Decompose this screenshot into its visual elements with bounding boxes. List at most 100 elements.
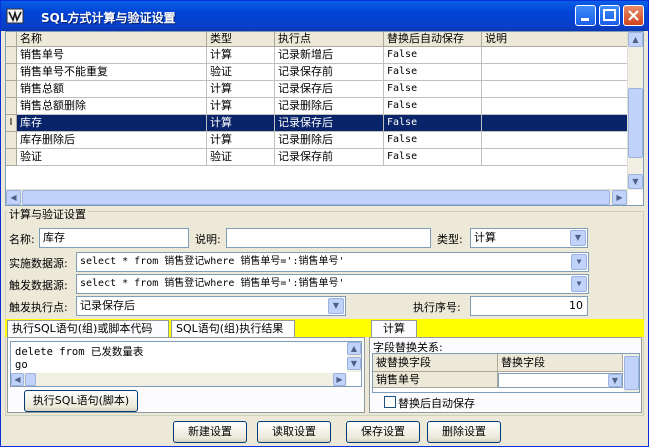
row-indicator[interactable] (6, 132, 17, 149)
grid-cell-name[interactable]: 验证 (17, 149, 207, 166)
row-indicator[interactable] (6, 98, 17, 115)
run-sql-button[interactable]: 执行SQL语句(脚本) (24, 390, 138, 412)
grid-cell-type[interactable]: 计算 (207, 81, 275, 98)
replace-row-select[interactable]: ▼ (498, 373, 623, 388)
table-row[interactable]: 库存删除后 计算 记录删除后 False (6, 132, 628, 149)
minimize-button[interactable] (575, 5, 596, 26)
chevron-down-icon[interactable]: ▼ (608, 374, 622, 387)
row-indicator[interactable]: I (6, 115, 17, 132)
grid-horizontal-scrollbar[interactable]: ◀ ▶ (6, 189, 628, 205)
scroll-right-icon[interactable]: ▶ (612, 190, 627, 205)
grid-cell-name[interactable]: 库存 (17, 115, 207, 132)
table-row[interactable]: 销售单号 计算 记录新增后 False (6, 47, 628, 64)
grid-cell-type[interactable]: 计算 (207, 98, 275, 115)
grid-cell-autosave[interactable]: False (384, 149, 482, 166)
editor-vscroll[interactable]: ▲ ▼ (347, 342, 361, 372)
grid-cell-name[interactable]: 销售单号 (17, 47, 207, 64)
grid-cell-autosave[interactable]: False (384, 81, 482, 98)
title-bar[interactable]: SQL方式计算与验证设置 (1, 1, 648, 31)
grid-cell-point[interactable]: 记录保存前 (275, 64, 384, 81)
tab-sql-result[interactable]: SQL语句(组)执行结果 (171, 320, 295, 337)
name-input[interactable]: 库存 (39, 228, 189, 248)
grid-cell-type[interactable]: 计算 (207, 47, 275, 64)
sql-editor[interactable]: delete from 已发数量表 go ▲ ▼ ◀ ▶ (10, 341, 362, 387)
grid-header-desc[interactable]: 说明 (482, 32, 628, 47)
row-indicator[interactable] (6, 149, 17, 166)
grid-cell-name[interactable]: 库存删除后 (17, 132, 207, 149)
tab-calc[interactable]: 计算 (371, 320, 417, 337)
grid-cell-autosave[interactable]: False (384, 115, 482, 132)
scroll-up-icon[interactable]: ▲ (628, 32, 643, 47)
grid-cell-type[interactable]: 计算 (207, 132, 275, 149)
table-row[interactable]: 销售总额 计算 记录保存后 False (6, 81, 628, 98)
grid-header-name[interactable]: 名称 (17, 32, 207, 47)
grid-cell-type[interactable]: 验证 (207, 64, 275, 81)
grid-cell-autosave[interactable]: False (384, 132, 482, 149)
tab-sql-code[interactable]: 执行SQL语句(组)或脚本代码 (7, 320, 169, 337)
row-indicator[interactable] (6, 64, 17, 81)
close-button[interactable] (623, 5, 644, 26)
new-setting-button[interactable]: 新建设置 (173, 421, 247, 443)
grid-cell-desc[interactable] (482, 115, 628, 132)
chevron-down-icon[interactable]: ▼ (571, 276, 587, 292)
scroll-left-icon[interactable]: ◀ (6, 190, 21, 205)
delete-setting-button[interactable]: 删除设置 (427, 421, 501, 443)
scroll-down-icon[interactable]: ▼ (628, 174, 643, 189)
chevron-down-icon[interactable]: ▼ (570, 230, 586, 246)
grid-vertical-scrollbar[interactable]: ▲ ▼ (627, 32, 643, 190)
replace-vscroll[interactable] (624, 354, 639, 392)
type-select[interactable]: 计算 ▼ (470, 228, 588, 248)
grid-cell-point[interactable]: 记录删除后 (275, 98, 384, 115)
order-input[interactable]: 10 (470, 296, 588, 316)
impl-source-select[interactable]: select * from 销售登记where 销售单号=':销售单号' ▼ (76, 252, 589, 272)
replace-grid[interactable]: 被替换字段 替换字段 销售单号 ▼ (372, 353, 640, 393)
trigger-point-select[interactable]: 记录保存后 ▼ (76, 296, 346, 316)
row-indicator[interactable] (6, 81, 17, 98)
grid-cell-point[interactable]: 记录删除后 (275, 132, 384, 149)
grid-cell-desc[interactable] (482, 47, 628, 64)
row-indicator[interactable] (6, 47, 17, 64)
grid-cell-autosave[interactable]: False (384, 64, 482, 81)
table-row[interactable]: 销售总额删除 计算 记录删除后 False (6, 98, 628, 115)
desc-input[interactable] (226, 228, 431, 248)
scroll-left-icon[interactable]: ◀ (11, 373, 24, 386)
grid-cell-name[interactable]: 销售总额删除 (17, 98, 207, 115)
scroll-right-icon[interactable]: ▶ (333, 373, 346, 386)
grid-cell-point[interactable]: 记录保存前 (275, 149, 384, 166)
grid-cell-desc[interactable] (482, 149, 628, 166)
grid-cell-point[interactable]: 记录保存后 (275, 81, 384, 98)
grid-cell-autosave[interactable]: False (384, 47, 482, 64)
grid-cell-desc[interactable] (482, 132, 628, 149)
replace-row-field[interactable]: 销售单号 (373, 372, 498, 388)
chevron-down-icon[interactable]: ▼ (328, 298, 344, 314)
grid-hscroll-thumb[interactable] (22, 190, 610, 205)
grid-cell-point[interactable]: 记录新增后 (275, 47, 384, 64)
scroll-up-icon[interactable]: ▲ (347, 342, 361, 355)
grid-cell-point[interactable]: 记录保存后 (275, 115, 384, 132)
table-row[interactable]: 验证 验证 记录保存前 False (6, 149, 628, 166)
grid-header-autosave[interactable]: 替换后自动保存 (384, 32, 482, 47)
settings-grid[interactable]: 名称 类型 执行点 替换后自动保存 说明 销售单号 计算 记录新增后 False 销售单… (5, 31, 644, 206)
editor-hscroll-thumb[interactable] (25, 373, 36, 386)
grid-cell-desc[interactable] (482, 64, 628, 81)
grid-cell-name[interactable]: 销售单号不能重复 (17, 64, 207, 81)
editor-hscroll[interactable]: ◀ ▶ (11, 373, 347, 386)
replace-scroll-thumb[interactable] (624, 356, 639, 390)
maximize-button[interactable] (599, 5, 620, 26)
grid-cell-type[interactable]: 验证 (207, 149, 275, 166)
table-row[interactable]: I 库存 计算 记录保存后 False (6, 115, 628, 132)
read-setting-button[interactable]: 读取设置 (257, 421, 331, 443)
grid-cell-desc[interactable] (482, 81, 628, 98)
grid-scroll-thumb[interactable] (628, 88, 643, 158)
grid-header-point[interactable]: 执行点 (275, 32, 384, 47)
scroll-down-icon[interactable]: ▼ (347, 357, 361, 370)
sql-editor-text[interactable]: delete from 已发数量表 go (15, 346, 143, 372)
replace-header-source[interactable]: 被替换字段 (373, 354, 498, 372)
save-setting-button[interactable]: 保存设置 (346, 421, 420, 443)
grid-cell-desc[interactable] (482, 98, 628, 115)
grid-cell-name[interactable]: 销售总额 (17, 81, 207, 98)
chevron-down-icon[interactable]: ▼ (571, 254, 587, 270)
autosave-checkbox[interactable] (384, 396, 396, 408)
grid-cell-autosave[interactable]: False (384, 98, 482, 115)
replace-header-target[interactable]: 替换字段 (498, 354, 623, 372)
